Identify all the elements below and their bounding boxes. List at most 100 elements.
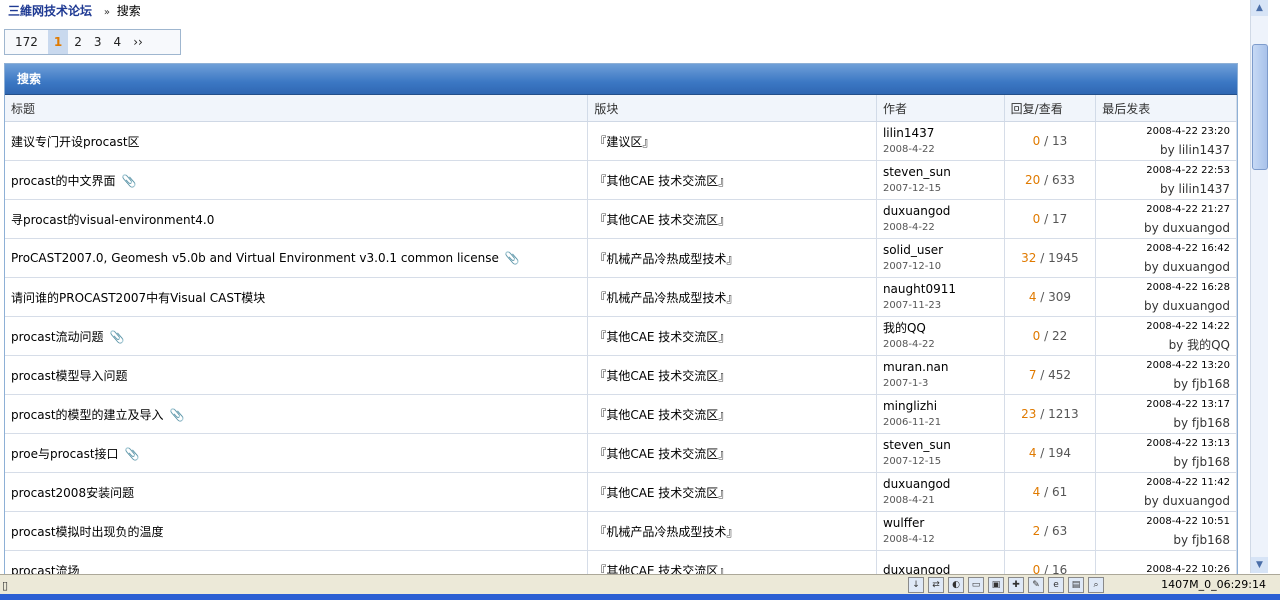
forum-link[interactable]: 『机械产品冷热成型技术』 — [594, 291, 738, 305]
last-post-time[interactable]: 2008-4-22 14:22 — [1102, 318, 1230, 336]
last-post-time[interactable]: 2008-4-22 16:28 — [1102, 279, 1230, 297]
download-icon[interactable]: ↓ — [908, 577, 924, 593]
topic-title-link[interactable]: 请问谁的PROCAST2007中有Visual CAST模块 — [11, 291, 265, 305]
author-link[interactable]: muran.nan — [883, 358, 998, 376]
taskbar — [0, 594, 1280, 600]
topic-title-link[interactable]: procast模型导入问题 — [11, 369, 128, 383]
author-cell: wulffer 2008-4-12 — [876, 511, 1005, 551]
stats-separator: / — [1040, 329, 1052, 343]
author-cell: 我的QQ 2008-4-22 — [876, 316, 1005, 356]
last-post-time[interactable]: 2008-4-22 11:42 — [1102, 474, 1230, 492]
last-post-author[interactable]: by duxuangod — [1102, 219, 1230, 237]
last-post-author[interactable]: by duxuangod — [1102, 258, 1230, 276]
last-post-time[interactable]: 2008-4-22 13:20 — [1102, 357, 1230, 375]
tab-icon[interactable]: ▭ — [968, 577, 984, 593]
topic-title-link[interactable]: procast的模型的建立及导入 — [11, 408, 164, 422]
forum-cell: 『其他CAE 技术交流区』 — [587, 394, 877, 434]
forum-link[interactable]: 『其他CAE 技术交流区』 — [594, 330, 730, 344]
forum-cell: 『机械产品冷热成型技术』 — [587, 511, 877, 551]
last-post-author[interactable]: by duxuangod — [1102, 492, 1230, 510]
forum-link[interactable]: 『其他CAE 技术交流区』 — [594, 447, 730, 461]
ie-icon[interactable]: e — [1048, 577, 1064, 593]
stats-separator: / — [1036, 407, 1049, 421]
author-link[interactable]: duxuangod — [883, 202, 998, 220]
zoom-icon[interactable]: ⌕ — [1088, 577, 1104, 593]
topic-title-link[interactable]: proe与procast接口 — [11, 447, 119, 461]
breadcrumb-site-link[interactable]: 三維网技术论坛 — [8, 4, 92, 18]
last-post-author[interactable]: by fjb168 — [1102, 375, 1230, 393]
forum-link[interactable]: 『机械产品冷热成型技术』 — [594, 252, 738, 266]
last-post-author[interactable]: by fjb168 — [1102, 531, 1230, 549]
topic-title-link[interactable]: procast的中文界面 — [11, 174, 116, 188]
forum-link[interactable]: 『其他CAE 技术交流区』 — [594, 369, 730, 383]
last-post-time[interactable]: 2008-4-22 16:42 — [1102, 240, 1230, 258]
page-link-3[interactable]: 3 — [88, 30, 108, 54]
last-post-cell: 2008-4-22 22:53 by lilin1437 — [1095, 160, 1237, 200]
author-link[interactable]: steven_sun — [883, 163, 998, 181]
forum-link[interactable]: 『建议区』 — [594, 135, 654, 149]
last-post-time[interactable]: 2008-4-22 21:27 — [1102, 201, 1230, 219]
topic-cell: ProCAST2007.0, Geomesh v5.0b and Virtual… — [5, 238, 589, 278]
last-post-time[interactable]: 2008-4-22 23:20 — [1102, 123, 1230, 141]
author-link[interactable]: duxuangod — [883, 561, 998, 574]
topic-cell: proe与procast接口 📎 — [5, 433, 589, 473]
author-link[interactable]: lilin1437 — [883, 124, 998, 142]
forum-link[interactable]: 『机械产品冷热成型技术』 — [594, 525, 738, 539]
scroll-up-arrow-icon[interactable]: ▲ — [1251, 0, 1268, 16]
forum-link[interactable]: 『其他CAE 技术交流区』 — [594, 213, 730, 227]
globe-icon[interactable]: ◐ — [948, 577, 964, 593]
last-post-author[interactable]: by lilin1437 — [1102, 180, 1230, 198]
last-post-time[interactable]: 2008-4-22 22:53 — [1102, 162, 1230, 180]
topic-title-link[interactable]: procast模拟时出现负的温度 — [11, 525, 164, 539]
stats-cell: 0 / 16 — [1004, 550, 1097, 574]
security-icon[interactable]: ✚ — [1008, 577, 1024, 593]
last-post-time[interactable]: 2008-4-22 13:13 — [1102, 435, 1230, 453]
sync-icon[interactable]: ⇄ — [928, 577, 944, 593]
page-link-4[interactable]: 4 — [108, 30, 128, 54]
topic-title-link[interactable]: 建议专门开设procast区 — [11, 135, 140, 149]
last-post-author[interactable]: by fjb168 — [1102, 453, 1230, 471]
forum-cell: 『建议区』 — [587, 121, 877, 161]
scroll-down-arrow-icon[interactable]: ▼ — [1251, 557, 1268, 573]
scroll-thumb[interactable] — [1252, 44, 1268, 170]
author-link[interactable]: minglizhi — [883, 397, 998, 415]
topic-title-link[interactable]: ProCAST2007.0, Geomesh v5.0b and Virtual… — [11, 251, 499, 265]
last-post-author[interactable]: by 我的QQ — [1102, 336, 1230, 354]
author-link[interactable]: duxuangod — [883, 475, 998, 493]
last-post-author[interactable]: by lilin1437 — [1102, 141, 1230, 159]
topic-cell: 建议专门开设procast区 — [5, 121, 589, 161]
table-header-row: 标题 版块 作者 回复/查看 最后发表 — [5, 95, 1237, 122]
last-post-author[interactable]: by duxuangod — [1102, 297, 1230, 315]
author-link[interactable]: 我的QQ — [883, 319, 998, 337]
page-link-1[interactable]: 1 — [47, 30, 69, 54]
last-post-cell: 2008-4-22 13:13 by fjb168 — [1095, 433, 1237, 473]
table-row: 建议专门开设procast区 『建议区』 lilin1437 2008-4-22 0 /… — [5, 121, 1237, 161]
author-link[interactable]: wulffer — [883, 514, 998, 532]
last-post-time[interactable]: 2008-4-22 13:17 — [1102, 396, 1230, 414]
last-post-time[interactable]: 2008-4-22 10:51 — [1102, 513, 1230, 531]
author-link[interactable]: steven_sun — [883, 436, 998, 454]
view-count: 194 — [1048, 446, 1072, 460]
topic-title-link[interactable]: 寻procast的visual-environment4.0 — [11, 213, 214, 227]
window-icon[interactable]: ▣ — [988, 577, 1004, 593]
vertical-scrollbar[interactable]: ▲ ▼ — [1250, 0, 1268, 573]
last-post-author[interactable]: by fjb168 — [1102, 414, 1230, 432]
forum-link[interactable]: 『其他CAE 技术交流区』 — [594, 486, 730, 500]
page-link-2[interactable]: 2 — [68, 30, 88, 54]
printer-icon[interactable]: ▤ — [1068, 577, 1084, 593]
forum-link[interactable]: 『其他CAE 技术交流区』 — [594, 408, 730, 422]
author-link[interactable]: naught0911 — [883, 280, 998, 298]
stats-separator: / — [1040, 524, 1052, 538]
topic-title-link[interactable]: procast2008安装问题 — [11, 486, 134, 500]
topic-cell: procast模型导入问题 — [5, 355, 589, 395]
author-link[interactable]: solid_user — [883, 241, 998, 259]
last-post-time[interactable]: 2008-4-22 10:26 — [1102, 561, 1230, 574]
table-row: procast模型导入问题 『其他CAE 技术交流区』 muran.nan 2007-… — [5, 355, 1237, 395]
next-page-button[interactable]: ›› — [127, 30, 149, 54]
stats-cell: 20 / 633 — [1004, 160, 1097, 200]
forum-link[interactable]: 『其他CAE 技术交流区』 — [594, 174, 730, 188]
header-stats: 回复/查看 — [1004, 95, 1097, 122]
note-icon[interactable]: ✎ — [1028, 577, 1044, 593]
topic-title-link[interactable]: procast流动问题 — [11, 330, 104, 344]
topic-cell: procast的模型的建立及导入 📎 — [5, 394, 589, 434]
